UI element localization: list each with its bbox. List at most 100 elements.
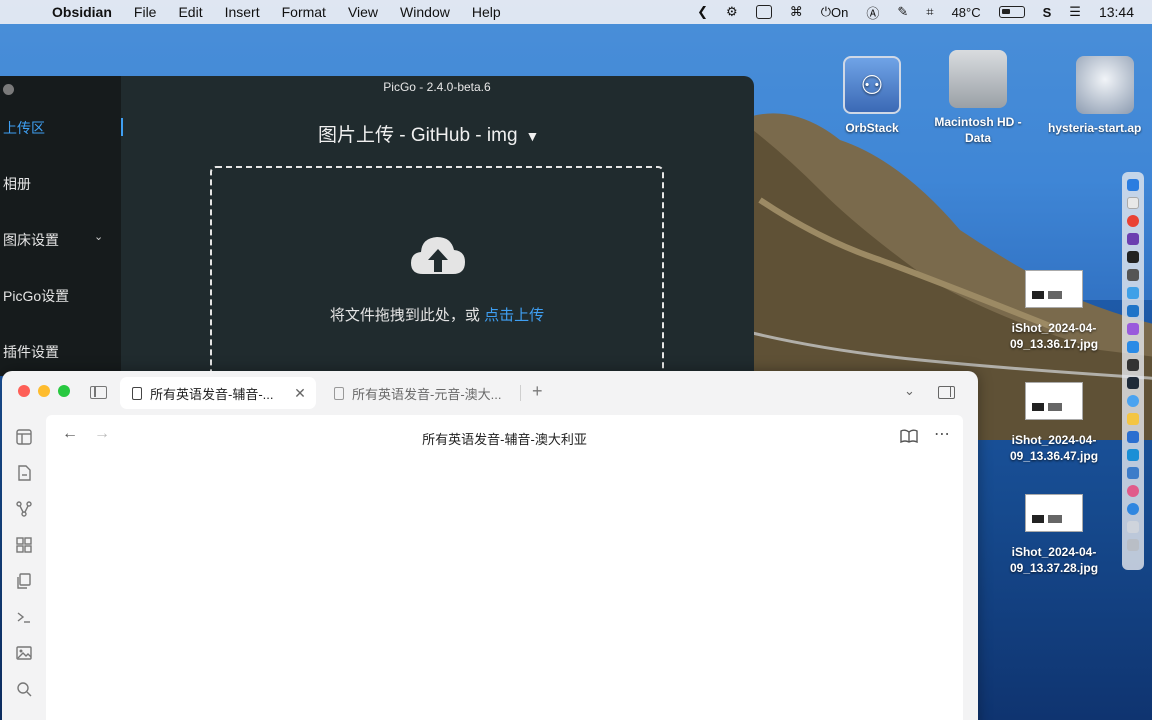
click-upload-link[interactable]: 点击上传 (484, 307, 544, 324)
menu-view[interactable]: View (348, 4, 378, 20)
dock (1122, 172, 1144, 570)
windows-icon[interactable] (755, 5, 772, 19)
document-icon (334, 386, 344, 400)
temperature-readout[interactable]: 48°C (952, 5, 981, 20)
drop-instruction: 将文件拖拽到此处，或 (329, 307, 480, 324)
image-icon[interactable] (16, 645, 32, 661)
right-sidebar-toggle-icon[interactable] (938, 386, 955, 399)
translate-icon[interactable]: ⌗ (926, 4, 933, 20)
ribbon (2, 417, 46, 720)
chevron-left-icon[interactable]: ❮ (697, 4, 708, 20)
desktop-icon-ishot-1[interactable]: iShot_2024-04-09_13.36.17.jpg (999, 270, 1109, 352)
focus-status[interactable]: ⏻ On (821, 4, 849, 20)
sidebar-item-picgo-settings[interactable]: PicGo设置 (3, 286, 69, 306)
text-icon[interactable]: Ⓐ (866, 3, 879, 22)
finder-icon[interactable] (1127, 179, 1139, 191)
mail-icon[interactable] (1127, 431, 1139, 443)
s-app-icon[interactable]: S (1043, 5, 1052, 20)
tab-consonants-australia[interactable]: 所有英语发音-辅音-... ✕ (120, 377, 316, 409)
image-file-icon (1025, 382, 1083, 420)
terminal-icon[interactable] (16, 609, 32, 625)
editor-pane[interactable]: ← → 所有英语发音-辅音-澳大利亚 ⋯ (46, 415, 963, 720)
control-center-icon[interactable]: ☰ (1069, 4, 1081, 20)
menu-edit[interactable]: Edit (178, 4, 202, 20)
hard-drive-icon (949, 50, 1007, 108)
desktop-icon-label: iShot_2024-04-09_13.37.28.jpg (1009, 545, 1099, 575)
desktop-icon-label: iShot_2024-04-09_13.36.17.jpg (1009, 321, 1099, 351)
command-icon[interactable]: ⌘ (790, 4, 803, 20)
reading-view-icon[interactable] (900, 429, 918, 443)
graph-icon[interactable] (16, 501, 32, 517)
vscode-icon[interactable] (1127, 341, 1139, 353)
cloud-upload-icon (411, 237, 465, 274)
new-tab-button[interactable]: + (532, 381, 543, 402)
chevron-down-icon[interactable]: ⌄ (904, 383, 915, 399)
menu-file[interactable]: File (134, 4, 157, 20)
sidebar-item-image-host-settings[interactable]: 图床设置 (3, 230, 59, 250)
desktop-icon-label: hysteria-start.ap (1048, 121, 1142, 135)
window-close-button[interactable] (18, 385, 30, 397)
new-note-icon[interactable] (16, 465, 32, 481)
menu-help[interactable]: Help (472, 4, 501, 20)
desktop-icon-label: OrbStack (845, 121, 899, 135)
app-icon (1076, 56, 1134, 114)
app-dock-icon[interactable] (1127, 305, 1139, 317)
gear-icon[interactable]: ⚙ (726, 4, 738, 20)
desktop-icon-orbstack[interactable]: ⚇ OrbStack (817, 56, 927, 136)
launchpad-icon[interactable] (1127, 197, 1139, 209)
notes-icon[interactable] (1127, 413, 1139, 425)
app-dock-icon[interactable] (1127, 485, 1139, 497)
app-dock-icon[interactable] (1127, 269, 1139, 281)
menu-format[interactable]: Format (282, 4, 326, 20)
left-sidebar-toggle-icon[interactable] (90, 386, 107, 399)
note-title[interactable]: 所有英语发音-辅音-澳大利亚 (46, 429, 963, 448)
document-icon (132, 386, 142, 400)
app-dock-icon[interactable] (1127, 503, 1139, 515)
chevron-down-icon[interactable]: ⌄ (94, 230, 103, 243)
clock[interactable]: 13:44 (1099, 4, 1134, 20)
sidebar-item-gallery[interactable]: 相册 (3, 174, 31, 194)
tab-vowels-australia[interactable]: 所有英语发音-元音-澳大... (322, 377, 518, 409)
menu-insert[interactable]: Insert (225, 4, 260, 20)
tab-label: 所有英语发音-元音-澳大... (352, 386, 502, 402)
sidebar-item-plugin-settings[interactable]: 插件设置 (3, 342, 59, 362)
window-zoom-button[interactable] (58, 385, 70, 397)
desktop-icon-ishot-2[interactable]: iShot_2024-04-09_13.36.47.jpg (999, 382, 1109, 464)
desktop-icon-ishot-3[interactable]: iShot_2024-04-09_13.37.28.jpg (999, 494, 1109, 576)
orbstack-icon: ⚇ (843, 56, 901, 114)
trash-icon[interactable] (1127, 539, 1139, 551)
app-dock-icon[interactable] (1127, 377, 1139, 389)
close-icon[interactable]: ✕ (290, 385, 310, 402)
desktop-icon-macintosh-hd[interactable]: Macintosh HD - Data (923, 50, 1033, 146)
more-options-icon[interactable]: ⋯ (934, 424, 951, 444)
obsidian-window: 所有英语发音-辅音-... ✕ 所有英语发音-元音-澳大... + ⌄ ← → … (2, 371, 978, 720)
downloads-icon[interactable] (1127, 521, 1139, 533)
app-dock-icon[interactable] (1127, 323, 1139, 335)
picgo-window: PicGo - 2.4.0-beta.6 上传区 相册 图床设置 ⌄ PicGo… (0, 76, 754, 376)
chrome-icon[interactable] (1127, 215, 1139, 227)
edit-icon[interactable]: ✎ (897, 4, 908, 20)
menu-window[interactable]: Window (400, 4, 450, 20)
blocks-icon[interactable] (16, 537, 32, 553)
image-file-icon (1025, 270, 1083, 308)
sidebar-item-upload[interactable]: 上传区 (3, 118, 45, 138)
copy-icon[interactable] (16, 573, 32, 589)
menu-app-name[interactable]: Obsidian (52, 4, 112, 20)
terminal-icon[interactable] (1127, 251, 1139, 263)
window-minimize-button[interactable] (38, 385, 50, 397)
app-dock-icon[interactable] (1127, 449, 1139, 461)
app-dock-icon[interactable] (1127, 395, 1139, 407)
search-icon[interactable] (16, 681, 32, 697)
battery-icon[interactable] (998, 6, 1025, 18)
layout-icon[interactable] (16, 429, 32, 445)
app-dock-icon[interactable] (1127, 359, 1139, 371)
upload-target-selector[interactable]: 图片上传 - GitHub - img ▼ (318, 120, 539, 147)
picgo-window-title: PicGo - 2.4.0-beta.6 (383, 80, 491, 94)
power-icon: ⏻ (820, 4, 831, 19)
desktop-icon-hysteria[interactable]: hysteria-start.ap (1048, 56, 1152, 136)
upload-dropzone[interactable]: 将文件拖拽到此处，或 点击上传 (210, 166, 664, 376)
desktop-icon-label: Macintosh HD - Data (934, 115, 1022, 145)
obsidian-dock-icon[interactable] (1127, 233, 1139, 245)
picgo-dock-icon[interactable] (1127, 287, 1139, 299)
app-dock-icon[interactable] (1127, 467, 1139, 479)
